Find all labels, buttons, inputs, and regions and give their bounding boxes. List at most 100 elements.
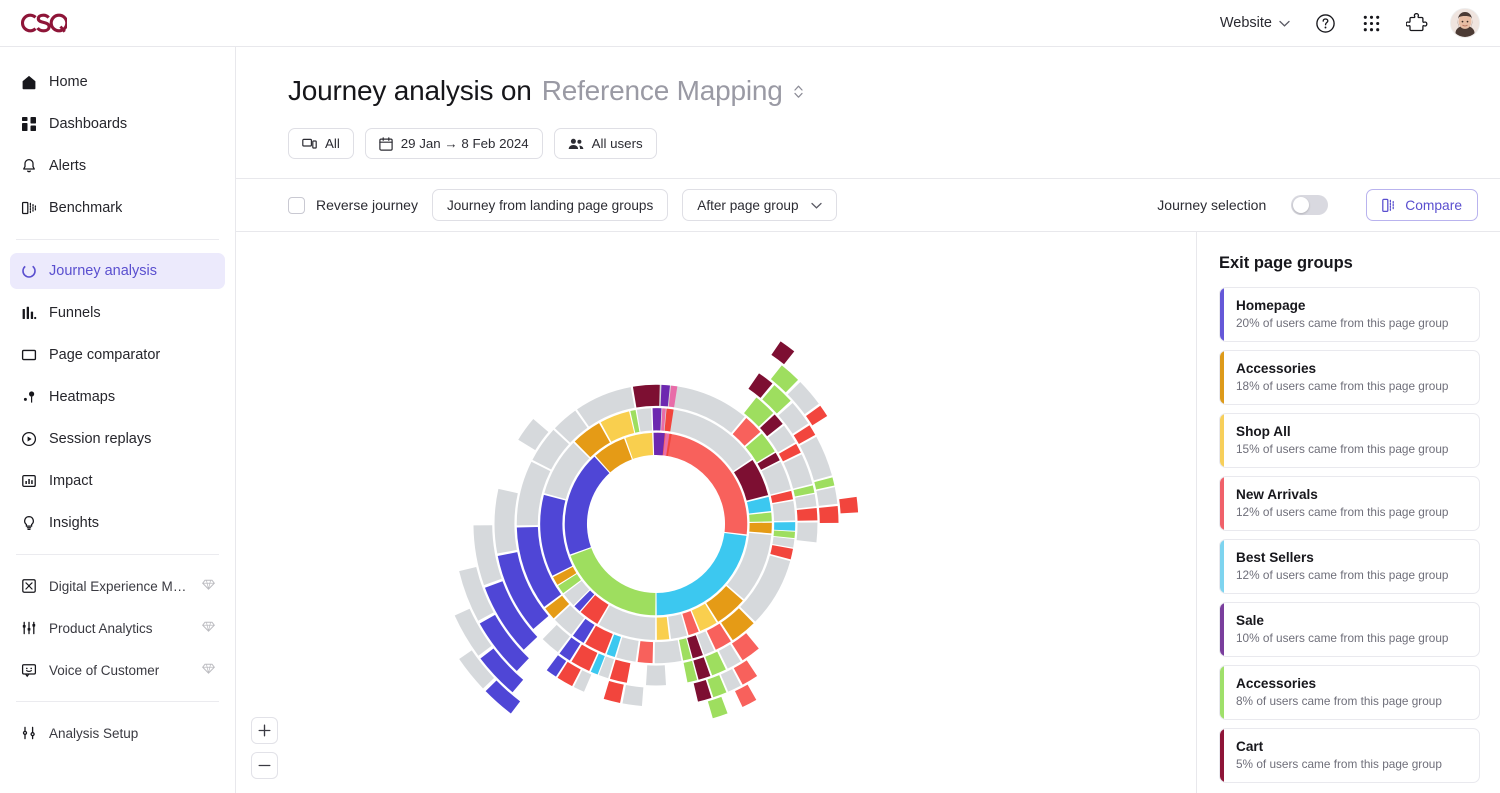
exit-card-subtitle: 12% of users came from this page group [1236,505,1467,519]
sunburst-segment[interactable] [816,487,837,506]
sunburst-segment[interactable] [819,506,839,523]
sunburst-segment[interactable] [633,385,660,408]
brand-logo[interactable] [0,12,236,34]
bell-icon [20,158,37,175]
sunburst-segment[interactable] [774,531,795,539]
sunburst-segment[interactable] [610,660,630,683]
exit-page-group-card[interactable]: Accessories18% of users came from this p… [1219,350,1480,405]
app-root: Website [0,0,1500,793]
sidebar-label: Home [49,74,88,90]
gem-icon [202,662,215,678]
sunburst-segment[interactable] [773,501,796,521]
top-bar: Website [0,0,1500,47]
filter-pill-device[interactable]: All [288,128,354,159]
zoom-out-button[interactable] [251,752,278,779]
sunburst-segment[interactable] [655,640,682,663]
help-button[interactable] [1312,10,1338,36]
sunburst-segment[interactable] [622,685,643,706]
apps-grid-icon [1362,14,1381,33]
sunburst-segment[interactable] [638,641,653,663]
help-circle-icon [1315,13,1336,34]
sunburst-segment[interactable] [604,681,624,703]
sidebar-item-impact[interactable]: Impact [10,463,225,499]
website-selector[interactable]: Website [1218,11,1292,35]
exit-page-group-card[interactable]: Sale10% of users came from this page gro… [1219,602,1480,657]
direction-dropdown[interactable]: After page group [682,189,836,221]
sunburst-segment[interactable] [749,512,772,521]
exit-page-group-card[interactable]: Cart5% of users came from this page grou… [1219,728,1480,783]
sidebar-label: Journey analysis [49,263,157,279]
sunburst-segment[interactable] [774,522,795,531]
sunburst-segment[interactable] [771,341,794,364]
exit-page-group-card[interactable]: New Arrivals 12% of users came from this … [1219,476,1480,531]
calendar-icon [379,137,393,151]
sidebar-item-product-analytics[interactable]: Product Analytics [10,610,225,646]
sunburst-chart[interactable] [236,232,1116,784]
device-icon [302,137,317,151]
sunburst-segment[interactable] [708,697,728,718]
website-selector-label: Website [1220,15,1272,31]
journey-source-label: Journey from landing page groups [447,198,653,213]
sunburst-canvas[interactable] [236,232,1197,793]
journey-selection-toggle[interactable] [1291,195,1328,215]
exit-card-accent-bar [1220,540,1224,593]
sidebar-item-alerts[interactable]: Alerts [10,148,225,184]
page-title-static: Journey analysis on [288,75,532,107]
csq-logo-icon [21,12,67,34]
sunburst-segment[interactable] [839,497,858,513]
exit-card-name: New Arrivals [1236,487,1467,502]
exit-card-subtitle: 12% of users came from this page group [1236,568,1467,582]
sunburst-segment[interactable] [653,408,662,430]
journey-source-button[interactable]: Journey from landing page groups [432,189,668,221]
zoom-in-button[interactable] [251,717,278,744]
exit-page-group-card[interactable]: Accessories8% of users came from this pa… [1219,665,1480,720]
sidebar-item-digital-experience-monitoring[interactable]: Digital Experience Monitor... [10,568,225,604]
exit-page-group-card[interactable]: Shop All15% of users came from this page… [1219,413,1480,468]
filter-pill-daterange[interactable]: 29 Jan → 8 Feb 2024 [365,128,543,159]
sunburst-segment[interactable] [735,685,756,707]
exit-card-subtitle: 10% of users came from this page group [1236,631,1467,645]
exit-card-accent-bar [1220,603,1224,656]
sidebar-label: Digital Experience Monitor... [49,579,190,594]
sidebar-item-voice-of-customer[interactable]: Voice of Customer [10,652,225,688]
exit-card-name: Accessories [1236,361,1467,376]
sidebar-item-dashboards[interactable]: Dashboards [10,106,225,142]
sunburst-segment[interactable] [797,522,818,542]
sidebar-label: Page comparator [49,347,160,363]
sidebar-item-home[interactable]: Home [10,64,225,100]
compare-button[interactable]: Compare [1366,189,1478,221]
extensions-button[interactable] [1404,10,1430,36]
sidebar: Home Dashboards Alerts Benchmark [0,47,236,793]
benchmark-icon [20,200,37,217]
sidebar-item-session-replays[interactable]: Session replays [10,421,225,457]
funnels-icon [20,305,37,322]
reverse-journey-label: Reverse journey [316,197,418,213]
exit-card-name: Homepage [1236,298,1467,313]
sidebar-item-insights[interactable]: Insights [10,505,225,541]
sidebar-item-analysis-setup[interactable]: Analysis Setup [10,715,225,751]
exit-page-group-card[interactable]: Best Sellers12% of users came from this … [1219,539,1480,594]
sidebar-divider-2 [16,554,219,555]
sidebar-item-journey-analysis[interactable]: Journey analysis [10,253,225,289]
heatmap-icon [20,389,37,406]
avatar[interactable] [1450,8,1480,38]
sunburst-segment[interactable] [646,665,666,685]
sidebar-item-funnels[interactable]: Funnels [10,295,225,331]
sunburst-segment[interactable] [657,617,670,640]
sunburst-segment[interactable] [797,508,818,521]
sidebar-item-benchmark[interactable]: Benchmark [10,190,225,226]
sidebar-item-heatmaps[interactable]: Heatmaps [10,379,225,415]
exit-card-accent-bar [1220,729,1224,782]
mapping-selector[interactable]: Reference Mapping [542,75,804,107]
sunburst-segment[interactable] [795,494,816,508]
exit-card-name: Accessories [1236,676,1467,691]
apps-button[interactable] [1358,10,1384,36]
sunburst-segment[interactable] [637,408,652,431]
sunburst-segment[interactable] [495,489,518,554]
reverse-journey-checkbox[interactable]: Reverse journey [288,197,418,214]
journey-selection-label: Journey selection [1157,197,1266,213]
sidebar-item-page-comparator[interactable]: Page comparator [10,337,225,373]
sunburst-segment[interactable] [749,523,772,534]
filter-pill-users[interactable]: All users [554,128,657,159]
exit-page-group-card[interactable]: Homepage20% of users came from this page… [1219,287,1480,342]
